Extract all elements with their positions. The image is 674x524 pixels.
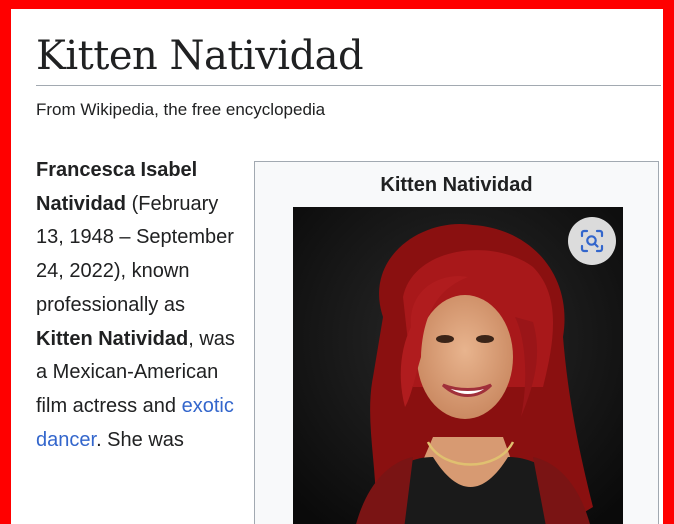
lead-paragraph: Francesca Isabel Natividad (February 13,… [36, 154, 241, 457]
visual-search-icon [580, 229, 604, 253]
infobox: Kitten Natividad [254, 161, 659, 524]
visual-search-button[interactable] [568, 217, 616, 265]
infobox-title: Kitten Natividad [380, 174, 533, 196]
infobox-photo[interactable] [293, 207, 623, 524]
stage-name: Kitten Natividad [36, 327, 189, 350]
site-tagline: From Wikipedia, the free encyclopedia [36, 100, 326, 119]
page-title: Kitten Natividad [36, 33, 364, 79]
lead-text-3: . She was [96, 428, 184, 451]
article-page: Kitten Natividad From Wikipedia, the fre… [11, 9, 663, 524]
title-divider [36, 85, 661, 86]
